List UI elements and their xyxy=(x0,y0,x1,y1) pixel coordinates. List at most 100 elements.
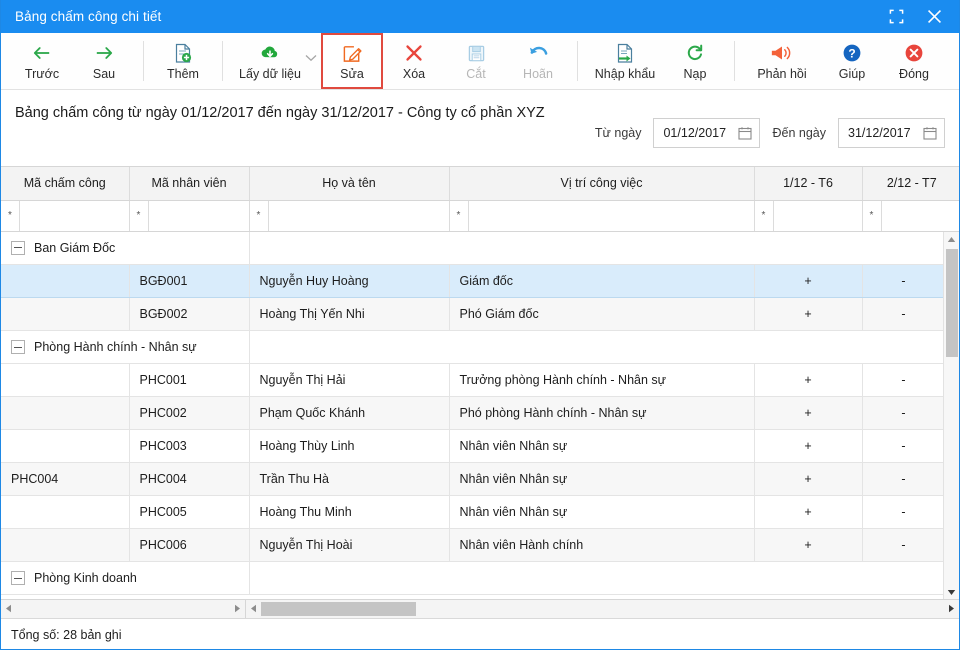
table-cell[interactable]: + xyxy=(754,429,863,463)
table-cell[interactable]: + xyxy=(754,264,863,298)
table-cell[interactable]: + xyxy=(754,396,863,430)
table-cell[interactable]: PHC004 xyxy=(1,462,130,496)
restore-window-icon[interactable] xyxy=(877,0,915,33)
toolbar-button-lay-du-lieu[interactable]: Lấy dữ liệu xyxy=(231,33,309,89)
toolbar-button-nap[interactable]: Nạp xyxy=(664,33,726,89)
table-cell[interactable]: BGĐ001 xyxy=(129,264,250,298)
filter-input-ho-va-ten[interactable] xyxy=(268,200,449,231)
column-header-day-2[interactable]: 2/12 - T7 xyxy=(862,167,959,201)
toolbar-button-sau[interactable]: Sau xyxy=(73,33,135,89)
filter-input-day-1[interactable] xyxy=(773,200,862,231)
toolbar-button-giup[interactable]: ? Giúp xyxy=(821,33,883,89)
table-cell[interactable] xyxy=(1,297,130,331)
table-cell[interactable]: + xyxy=(754,297,863,331)
scroll-right-arrow-icon[interactable] xyxy=(944,604,959,613)
table-cell[interactable] xyxy=(1,264,130,298)
horizontal-scroll-track-right[interactable] xyxy=(261,600,944,618)
table-cell[interactable]: Hoàng Thùy Linh xyxy=(249,429,450,463)
filter-operator-icon[interactable]: * xyxy=(249,200,269,231)
table-cell[interactable]: - xyxy=(862,429,946,463)
toolbar-button-hoan[interactable]: Hoãn xyxy=(507,33,569,89)
table-cell[interactable]: + xyxy=(754,363,863,397)
horizontal-scroll-track-left[interactable] xyxy=(16,600,230,618)
from-date-input[interactable]: 01/12/2017 xyxy=(653,118,761,148)
table-cell[interactable]: - xyxy=(862,528,946,562)
collapse-group-icon[interactable] xyxy=(11,571,25,585)
table-cell[interactable]: Nguyễn Thị Hoài xyxy=(249,528,450,562)
table-cell[interactable] xyxy=(1,363,130,397)
table-cell[interactable]: Nhân viên Nhân sự xyxy=(449,495,755,529)
table-row[interactable]: PHC004 PHC004 Trần Thu Hà Nhân viên Nhân sự… xyxy=(1,462,946,496)
calendar-icon[interactable] xyxy=(738,126,753,140)
scroll-up-arrow-icon[interactable] xyxy=(944,232,959,247)
toolbar-button-dong[interactable]: Đóng xyxy=(883,33,945,89)
table-cell[interactable]: - xyxy=(862,462,946,496)
table-cell[interactable]: - xyxy=(862,396,946,430)
table-cell[interactable]: Nguyễn Thị Hải xyxy=(249,363,450,397)
collapse-group-icon[interactable] xyxy=(11,340,25,354)
column-header-ho-va-ten[interactable]: Họ và tên xyxy=(249,167,450,201)
table-cell[interactable]: Nhân viên Nhân sự xyxy=(449,462,755,496)
table-cell[interactable]: Trưởng phòng Hành chính - Nhân sự xyxy=(449,363,755,397)
filter-operator-icon[interactable]: * xyxy=(754,200,774,231)
column-header-ma-cham-cong[interactable]: Mã chấm công xyxy=(1,167,130,201)
filter-operator-icon[interactable]: * xyxy=(862,200,882,231)
scroll-left-arrow-icon[interactable] xyxy=(246,604,261,613)
table-row[interactable]: BGĐ002 Hoàng Thị Yến Nhi Phó Giám đốc + - xyxy=(1,297,946,331)
table-cell[interactable]: Hoàng Thị Yến Nhi xyxy=(249,297,450,331)
toolbar-button-sua[interactable]: Sửa xyxy=(321,33,383,89)
table-cell[interactable] xyxy=(1,429,130,463)
table-cell[interactable] xyxy=(1,396,130,430)
table-cell[interactable]: Nhân viên Hành chính xyxy=(449,528,755,562)
column-header-vi-tri-cong-viec[interactable]: Vị trí công việc xyxy=(449,167,755,201)
table-row[interactable]: PHC002 Phạm Quốc Khánh Phó phòng Hành chín… xyxy=(1,396,946,430)
table-cell[interactable]: - xyxy=(862,495,946,529)
filter-input-ma-nhan-vien[interactable] xyxy=(148,200,249,231)
table-row[interactable]: PHC001 Nguyễn Thị Hải Trưởng phòng Hành ch… xyxy=(1,363,946,397)
table-cell[interactable]: PHC005 xyxy=(129,495,250,529)
filter-input-vi-tri-cong-viec[interactable] xyxy=(468,200,754,231)
filter-input-day-2[interactable] xyxy=(881,200,959,231)
table-cell[interactable]: Nhân viên Nhân sự xyxy=(449,429,755,463)
table-cell[interactable] xyxy=(1,528,130,562)
table-row[interactable]: PHC005 Hoàng Thu Minh Nhân viên Nhân sự + - xyxy=(1,495,946,529)
group-row[interactable]: Ban Giám Đốc xyxy=(1,231,945,265)
group-row[interactable]: Phòng Kinh doanh xyxy=(1,561,945,595)
table-cell[interactable]: Giám đốc xyxy=(449,264,755,298)
table-cell[interactable]: PHC001 xyxy=(129,363,250,397)
filter-operator-icon[interactable]: * xyxy=(1,200,20,231)
horizontal-scrollbar-right[interactable] xyxy=(246,599,959,618)
group-row[interactable]: Phòng Hành chính - Nhân sự xyxy=(1,330,945,364)
table-row[interactable]: PHC006 Nguyễn Thị Hoài Nhân viên Hành chín… xyxy=(1,528,946,562)
collapse-group-icon[interactable] xyxy=(11,240,25,255)
vertical-scroll-thumb[interactable] xyxy=(946,248,958,357)
scroll-down-arrow-icon[interactable] xyxy=(944,585,959,599)
to-date-input[interactable]: 31/12/2017 xyxy=(838,118,945,148)
table-cell[interactable]: BGĐ002 xyxy=(129,297,250,331)
table-row[interactable]: PHC003 Hoàng Thùy Linh Nhân viên Nhân sự + - xyxy=(1,429,946,463)
column-header-day-1[interactable]: 1/12 - T6 xyxy=(754,167,863,201)
table-cell[interactable]: + xyxy=(754,528,863,562)
toolbar-button-nhap-khau[interactable]: Nhập khẩu xyxy=(586,33,664,89)
horizontal-scrollbar-left[interactable] xyxy=(1,599,246,618)
table-cell[interactable]: - xyxy=(862,297,946,331)
scroll-left-arrow-icon[interactable] xyxy=(1,604,16,613)
close-icon[interactable] xyxy=(915,0,953,33)
toolbar-button-truoc[interactable]: Trước xyxy=(11,33,73,89)
table-cell[interactable]: Trần Thu Hà xyxy=(249,462,450,496)
table-cell[interactable]: PHC002 xyxy=(129,396,250,430)
table-cell[interactable]: + xyxy=(754,462,863,496)
toolbar-button-phan-hoi[interactable]: Phản hồi xyxy=(743,33,821,89)
table-cell[interactable]: PHC003 xyxy=(129,429,250,463)
toolbar-button-them[interactable]: Thêm xyxy=(152,33,214,89)
table-cell[interactable]: Phó phòng Hành chính - Nhân sự xyxy=(449,396,755,430)
vertical-scrollbar[interactable] xyxy=(943,231,959,599)
table-cell[interactable]: Phạm Quốc Khánh xyxy=(249,396,450,430)
toolbar-button-cat[interactable]: Cắt xyxy=(445,33,507,89)
table-cell[interactable]: PHC006 xyxy=(129,528,250,562)
filter-operator-icon[interactable]: * xyxy=(129,200,149,231)
calendar-icon[interactable] xyxy=(923,126,937,140)
table-cell[interactable]: Hoàng Thu Minh xyxy=(249,495,450,529)
table-row[interactable]: BGĐ001 Nguyễn Huy Hoàng Giám đốc + - xyxy=(1,264,946,298)
table-cell[interactable] xyxy=(1,495,130,529)
